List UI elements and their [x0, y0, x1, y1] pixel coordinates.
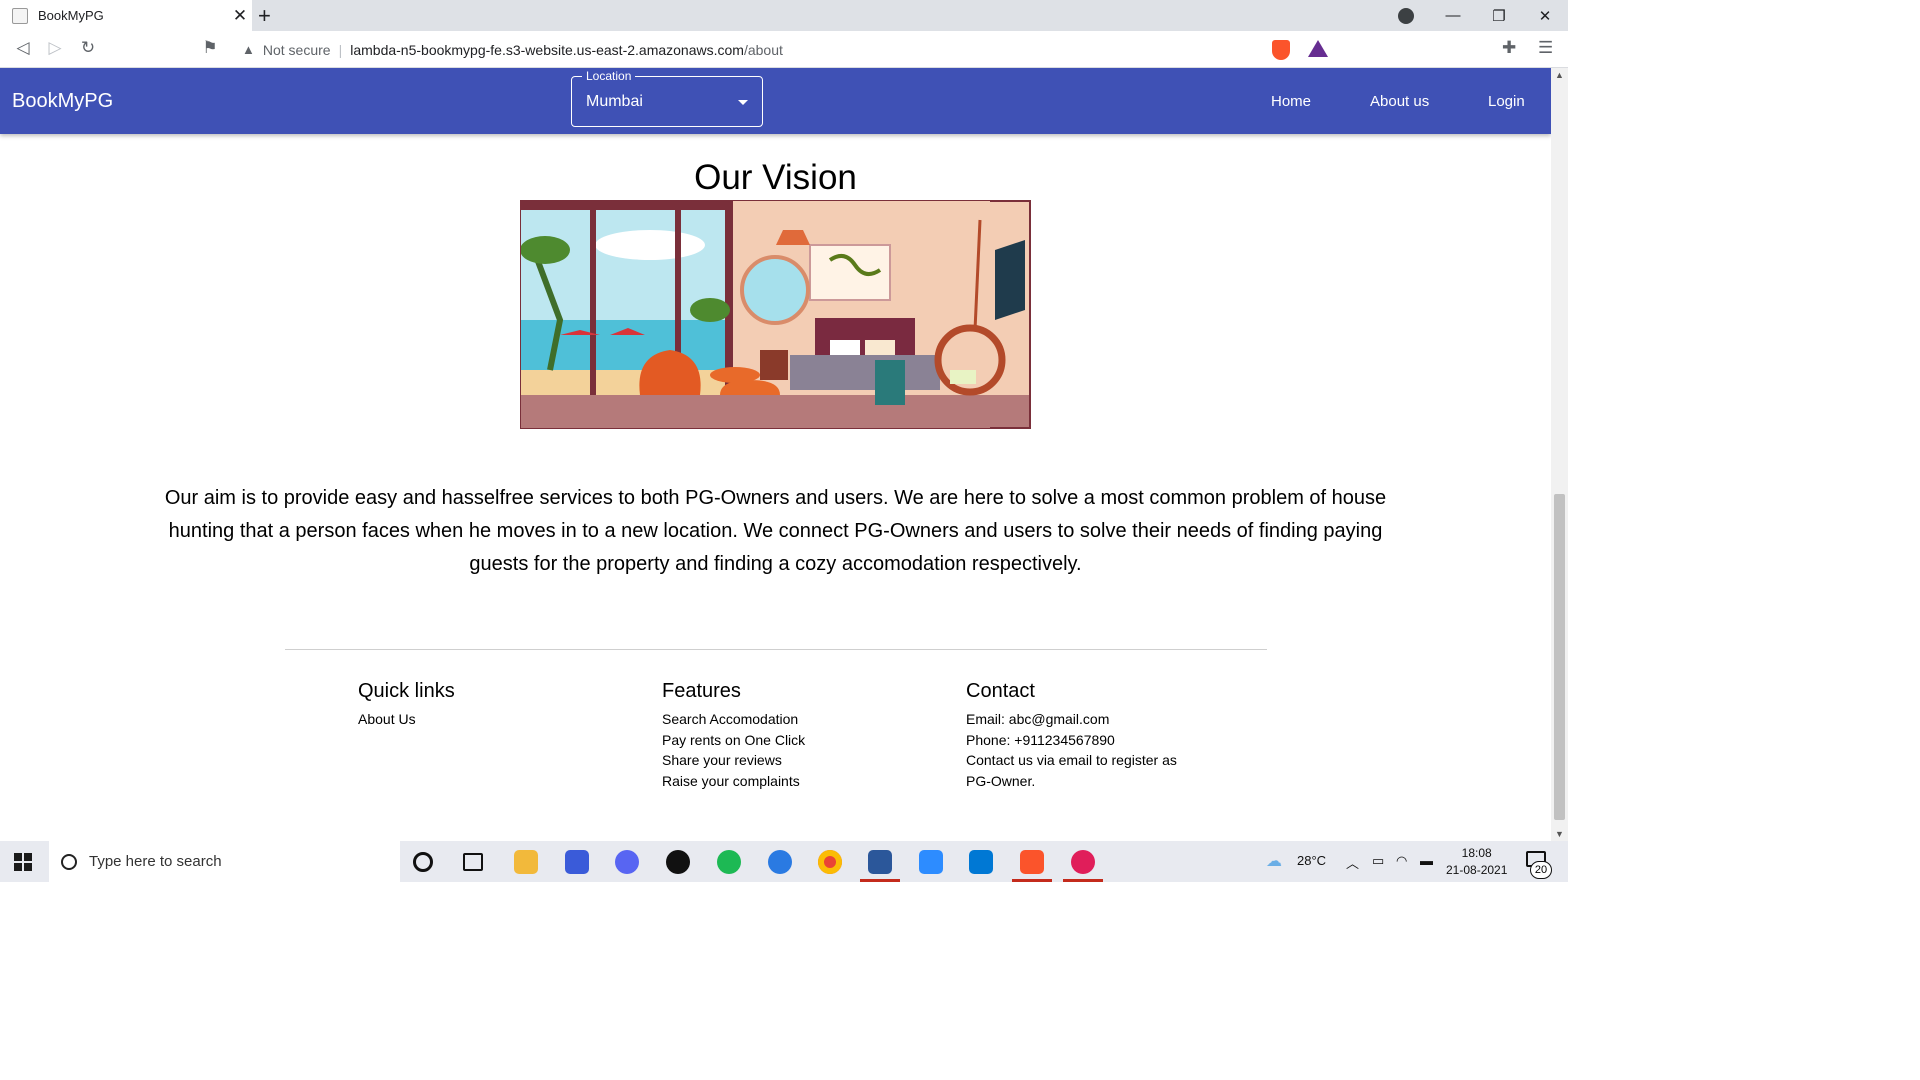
- restore-button[interactable]: ❐: [1476, 7, 1522, 25]
- forward-icon[interactable]: ▷: [44, 38, 66, 58]
- active-app-indicator: [1012, 879, 1052, 882]
- feature-item: Raise your complaints: [662, 772, 800, 789]
- taskbar-search[interactable]: Type here to search: [49, 841, 400, 882]
- nav-home[interactable]: Home: [1271, 93, 1311, 110]
- minimize-button[interactable]: —: [1430, 7, 1476, 24]
- nav-login[interactable]: Login: [1488, 93, 1525, 110]
- page-viewport: BookMyPG Location Mumbai Home About us L…: [0, 68, 1551, 841]
- feature-item: Share your reviews: [662, 752, 782, 768]
- tab-title: BookMyPG: [38, 8, 104, 23]
- security-label[interactable]: Not secure: [263, 42, 331, 58]
- brave-shields-icon[interactable]: [1272, 40, 1290, 60]
- quick-links-heading: Quick links: [358, 680, 455, 702]
- discord-icon[interactable]: [615, 850, 639, 874]
- meet-now-icon[interactable]: ▭: [1372, 853, 1384, 869]
- url-separator: |: [338, 41, 343, 58]
- scroll-up-icon[interactable]: ▲: [1555, 70, 1564, 80]
- system-clock[interactable]: 18:08 21-08-2021: [1446, 845, 1507, 879]
- task-view-icon[interactable]: [463, 853, 483, 871]
- slack-icon[interactable]: [1071, 850, 1095, 874]
- scrollbar-thumb[interactable]: [1554, 494, 1565, 820]
- vision-heading: Our Vision: [694, 158, 857, 197]
- contact-phone: Phone: +911234567890: [966, 731, 1115, 748]
- chevron-up-icon[interactable]: ︿: [1346, 853, 1359, 872]
- notification-count: 20: [1530, 861, 1552, 879]
- word-icon[interactable]: [868, 850, 892, 874]
- dropdown-arrow-icon: [738, 100, 748, 105]
- zoom-icon[interactable]: [919, 850, 943, 874]
- browser-tab[interactable]: BookMyPG ✕: [0, 0, 252, 31]
- windows-start-icon[interactable]: [14, 853, 32, 871]
- cortana-icon[interactable]: [413, 852, 433, 872]
- close-tab-icon[interactable]: ✕: [228, 6, 252, 26]
- clock-date: 21-08-2021: [1446, 863, 1508, 877]
- contact-note: Contact us via email to register as: [966, 752, 1177, 768]
- footer-divider: [285, 649, 1267, 650]
- app-header: BookMyPG Location Mumbai Home About us L…: [0, 68, 1551, 134]
- search-placeholder: Type here to search: [89, 853, 222, 870]
- address-bar[interactable]: ▲ Not secure | lambda-n5-bookmypg-fe.s3-…: [232, 35, 1264, 64]
- features-heading: Features: [662, 680, 741, 702]
- location-label: Location: [582, 69, 636, 83]
- bookmark-icon[interactable]: ⚑: [199, 38, 221, 58]
- close-window-button[interactable]: ✕: [1522, 7, 1568, 25]
- footer-features: Features Search Accomodation Pay rents o…: [662, 680, 805, 791]
- contact-email: Email: abc@gmail.com: [966, 711, 1110, 727]
- back-icon[interactable]: ◁: [12, 38, 34, 58]
- footer-quick-links: Quick links About Us: [358, 680, 455, 730]
- extensions-icon[interactable]: ✚: [1502, 38, 1516, 58]
- file-explorer-icon[interactable]: [514, 850, 538, 874]
- browser-tab-strip: BookMyPG ✕ + — ❐ ✕: [0, 0, 1568, 31]
- app-icon[interactable]: [565, 850, 589, 874]
- wifi-icon[interactable]: ◠: [1396, 853, 1407, 869]
- footer-link-about-us[interactable]: About Us: [358, 709, 455, 730]
- temperature[interactable]: 28°C: [1297, 853, 1326, 868]
- chrome-icon[interactable]: [818, 850, 842, 874]
- bedroom-illustration: [520, 200, 1031, 429]
- warning-icon[interactable]: ▲: [242, 42, 255, 57]
- active-app-indicator: [1063, 879, 1103, 882]
- feature-item: Pay rents on One Click: [662, 731, 806, 748]
- spotify-icon[interactable]: [717, 850, 741, 874]
- profile-menu-icon[interactable]: [1398, 8, 1414, 24]
- app-icon[interactable]: [768, 850, 792, 874]
- windows-taskbar: Type here to search ☁ 28°C ︿ ▭ ◠ ▬ 18:08…: [0, 841, 1568, 882]
- url-path: /about: [743, 41, 783, 58]
- active-app-indicator: [860, 879, 900, 882]
- search-icon: [61, 853, 77, 870]
- url-text[interactable]: lambda-n5-bookmypg-fe.s3-website.us-east…: [350, 42, 783, 58]
- feature-item: Search Accomodation: [662, 711, 799, 727]
- location-value: Mumbai: [586, 93, 643, 110]
- contact-note-cont: PG-Owner.: [966, 772, 1036, 789]
- vision-description: Our aim is to provide easy and hasselfre…: [164, 487, 1387, 575]
- footer-contact: Contact Email: abc@gmail.com Phone: +911…: [966, 680, 1177, 791]
- nav-about-us[interactable]: About us: [1370, 93, 1429, 110]
- page-scrollbar[interactable]: ▲ ▼: [1551, 68, 1568, 841]
- reload-icon[interactable]: ↻: [77, 38, 99, 58]
- battery-icon[interactable]: ▬: [1420, 853, 1433, 868]
- vscode-icon[interactable]: [969, 850, 993, 874]
- location-select[interactable]: Location Mumbai: [571, 69, 763, 127]
- clock-time: 18:08: [1461, 846, 1492, 860]
- xbox-icon[interactable]: [666, 850, 690, 874]
- page-favicon-icon: [12, 7, 28, 24]
- window-controls: — ❐ ✕: [1430, 0, 1568, 31]
- brave-icon[interactable]: [1020, 850, 1044, 874]
- weather-icon[interactable]: ☁: [1266, 851, 1282, 871]
- brave-rewards-icon[interactable]: [1308, 40, 1328, 57]
- scroll-down-icon[interactable]: ▼: [1555, 829, 1564, 839]
- brand-logo[interactable]: BookMyPG: [12, 90, 113, 113]
- new-tab-button[interactable]: +: [258, 3, 271, 29]
- browser-menu-icon[interactable]: ☰: [1538, 38, 1553, 58]
- contact-heading: Contact: [966, 680, 1035, 702]
- url-host: lambda-n5-bookmypg-fe.s3-website.us-east…: [350, 41, 744, 58]
- browser-toolbar: ◁ ▷ ↻ ⚑ ▲ Not secure | lambda-n5-bookmyp…: [0, 31, 1568, 68]
